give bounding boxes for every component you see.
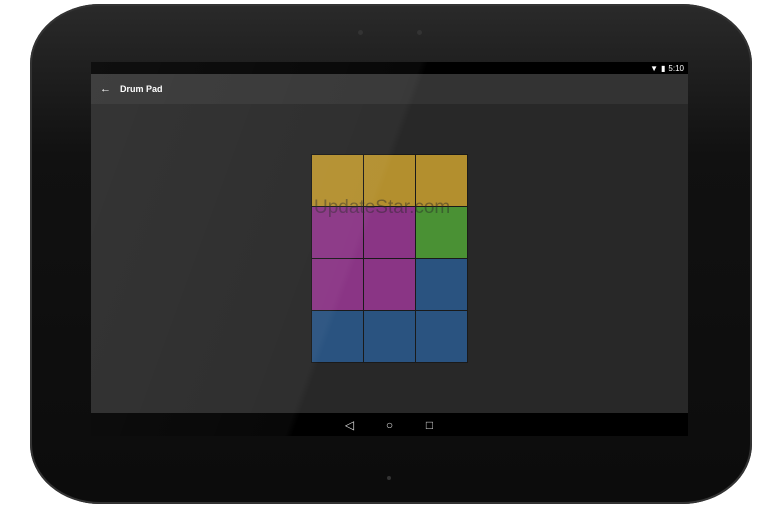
camera-icon: [417, 30, 422, 35]
pad-grid: [311, 154, 468, 363]
led-dot: [387, 476, 391, 480]
status-time: 5:10: [668, 63, 684, 73]
app-bar: ← Drum Pad: [91, 74, 688, 104]
drum-pad-11[interactable]: [364, 311, 415, 362]
nav-home-icon[interactable]: ○: [383, 418, 397, 432]
drum-pad-6[interactable]: [416, 207, 467, 258]
drum-pad-2[interactable]: [364, 155, 415, 206]
navigation-bar: ◁ ○ □: [91, 413, 688, 436]
drum-pad-10[interactable]: [312, 311, 363, 362]
drum-pad-12[interactable]: [416, 311, 467, 362]
drum-pad-5[interactable]: [364, 207, 415, 258]
drum-pad-3[interactable]: [416, 155, 467, 206]
nav-back-icon[interactable]: ◁: [343, 418, 357, 432]
drum-pad-4[interactable]: [312, 207, 363, 258]
wifi-icon: ▼: [650, 63, 659, 73]
battery-icon: ▮: [661, 63, 666, 73]
arrow-left-icon[interactable]: ←: [100, 83, 116, 95]
drum-pad-1[interactable]: [312, 155, 363, 206]
nav-recents-icon[interactable]: □: [423, 418, 437, 432]
drum-pad-8[interactable]: [364, 259, 415, 310]
drum-pad-9[interactable]: [416, 259, 467, 310]
drum-pad-7[interactable]: [312, 259, 363, 310]
status-bar: ▼ ▮ 5:10: [91, 62, 688, 74]
sensor-dot: [358, 30, 363, 35]
page-title: Drum Pad: [120, 84, 163, 94]
device-screen: ▼ ▮ 5:10 ← Drum Pad UpdateStar.com ◁ ○ □: [91, 62, 688, 436]
drum-pad-area: UpdateStar.com: [91, 104, 688, 413]
